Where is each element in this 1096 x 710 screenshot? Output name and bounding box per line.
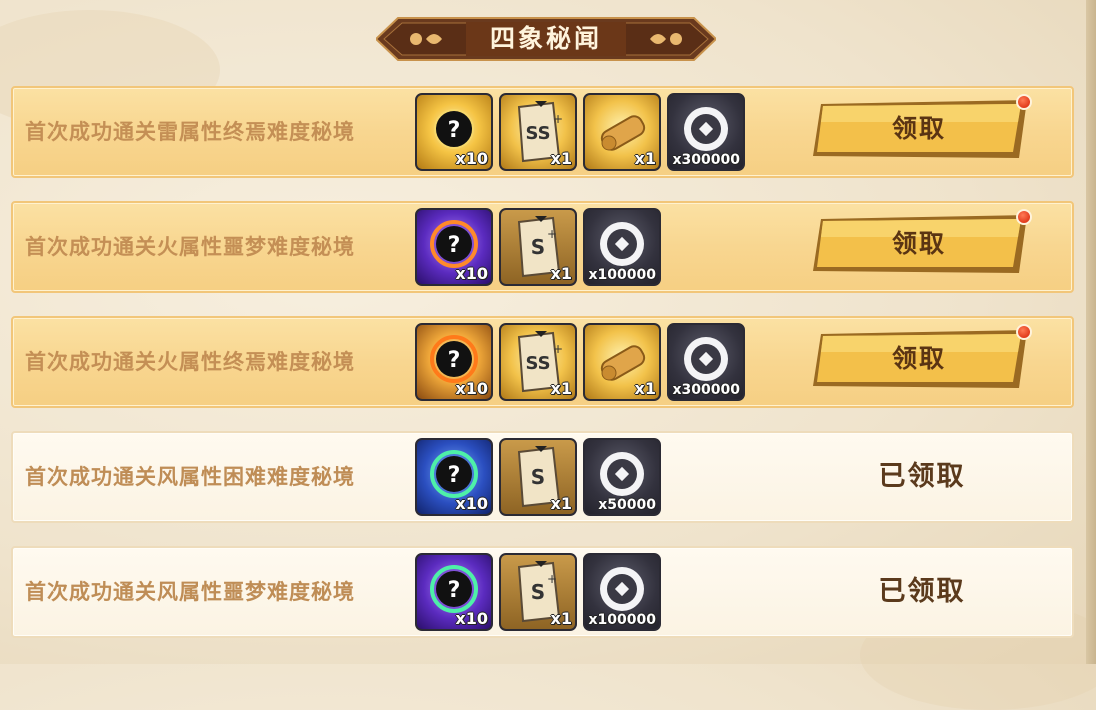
claim-button[interactable]: 领取 bbox=[813, 215, 1031, 275]
svg-text:+: + bbox=[553, 342, 563, 356]
reward-count: x100000 bbox=[588, 267, 656, 283]
svg-text:+: + bbox=[547, 572, 557, 586]
task-description: 首次成功通关火属性噩梦难度秘境 bbox=[25, 235, 355, 259]
reward-count: x300000 bbox=[672, 382, 740, 398]
mystery-orb-gold-icon[interactable]: ? x10 bbox=[415, 93, 493, 171]
svg-text:S: S bbox=[531, 235, 545, 259]
panel-title-banner: 四象秘闻 bbox=[376, 14, 716, 64]
copper-coin-icon[interactable]: x50000 bbox=[583, 438, 661, 516]
mystery-orb-blue-wind-icon[interactable]: ? x10 bbox=[415, 438, 493, 516]
svg-text:?: ? bbox=[448, 578, 461, 603]
notification-dot bbox=[1016, 209, 1032, 225]
reward-count: x1 bbox=[550, 609, 572, 628]
task-description: 首次成功通关风属性噩梦难度秘境 bbox=[25, 580, 355, 604]
ss-plus-scroll-icon[interactable]: SS + x1 bbox=[499, 323, 577, 401]
mystery-orb-purple-wind-icon[interactable]: ? x10 bbox=[415, 553, 493, 631]
svg-text:+: + bbox=[553, 112, 563, 126]
golden-scroll-icon[interactable]: x1 bbox=[583, 93, 661, 171]
task-row: 首次成功通关火属性终焉难度秘境 ? x10 SS + x1 x1 x300000 … bbox=[11, 316, 1074, 408]
copper-coin-icon[interactable]: x300000 bbox=[667, 323, 745, 401]
ss-plus-scroll-icon[interactable]: SS + x1 bbox=[499, 93, 577, 171]
task-row: 首次成功通关火属性噩梦难度秘境 ? x10 S + x1 x100000 领取 bbox=[11, 201, 1074, 293]
mystery-orb-fire-icon[interactable]: ? x10 bbox=[415, 323, 493, 401]
notification-dot bbox=[1016, 324, 1032, 340]
claimed-status-label: 已领取 bbox=[878, 461, 966, 492]
svg-text:SS: SS bbox=[525, 123, 550, 144]
reward-count: x10 bbox=[455, 264, 488, 283]
task-description: 首次成功通关火属性终焉难度秘境 bbox=[25, 350, 355, 374]
svg-text:?: ? bbox=[448, 233, 461, 258]
reward-count: x1 bbox=[550, 149, 572, 168]
s-plus-scroll-icon[interactable]: S + x1 bbox=[499, 553, 577, 631]
mystery-orb-purple-fire-icon[interactable]: ? x10 bbox=[415, 208, 493, 286]
reward-count: x1 bbox=[550, 494, 572, 513]
reward-count: x10 bbox=[455, 379, 488, 398]
reward-count: x50000 bbox=[598, 497, 656, 513]
task-description: 首次成功通关雷属性终焉难度秘境 bbox=[25, 120, 355, 144]
task-row: 首次成功通关风属性噩梦难度秘境 ? x10 S + x1 x100000 已领取 bbox=[11, 546, 1074, 638]
claim-button-label: 领取 bbox=[891, 229, 946, 258]
reward-count: x10 bbox=[455, 494, 488, 513]
reward-count: x1 bbox=[634, 149, 656, 168]
svg-text:S: S bbox=[531, 580, 545, 604]
svg-text:+: + bbox=[547, 227, 557, 241]
svg-text:?: ? bbox=[448, 118, 461, 143]
copper-coin-icon[interactable]: x100000 bbox=[583, 553, 661, 631]
s-scroll-icon[interactable]: S x1 bbox=[499, 438, 577, 516]
panel-right-border bbox=[1086, 0, 1096, 664]
copper-coin-icon[interactable]: x300000 bbox=[667, 93, 745, 171]
reward-count: x300000 bbox=[672, 152, 740, 168]
task-row: 首次成功通关雷属性终焉难度秘境 ? x10 SS + x1 x1 x300000 … bbox=[11, 86, 1074, 178]
svg-text:?: ? bbox=[448, 348, 461, 373]
task-row: 首次成功通关风属性困难难度秘境 ? x10 S x1 x50000 已领取 bbox=[11, 431, 1074, 523]
svg-text:?: ? bbox=[448, 463, 461, 488]
s-plus-scroll-icon[interactable]: S + x1 bbox=[499, 208, 577, 286]
copper-coin-icon[interactable]: x100000 bbox=[583, 208, 661, 286]
reward-count: x1 bbox=[634, 379, 656, 398]
reward-count: x1 bbox=[550, 379, 572, 398]
notification-dot bbox=[1016, 94, 1032, 110]
claim-button[interactable]: 领取 bbox=[813, 330, 1031, 390]
claim-button-label: 领取 bbox=[891, 114, 946, 143]
task-description: 首次成功通关风属性困难难度秘境 bbox=[25, 465, 355, 489]
svg-text:SS: SS bbox=[525, 353, 550, 374]
golden-scroll-icon[interactable]: x1 bbox=[583, 323, 661, 401]
page-title: 四象秘闻 bbox=[489, 24, 602, 53]
reward-count: x100000 bbox=[588, 612, 656, 628]
reward-count: x10 bbox=[455, 149, 488, 168]
claim-button-label: 领取 bbox=[891, 344, 946, 373]
claimed-status-label: 已领取 bbox=[878, 576, 966, 607]
reward-count: x1 bbox=[550, 264, 572, 283]
svg-text:S: S bbox=[531, 465, 545, 489]
claim-button[interactable]: 领取 bbox=[813, 100, 1031, 160]
reward-count: x10 bbox=[455, 609, 488, 628]
